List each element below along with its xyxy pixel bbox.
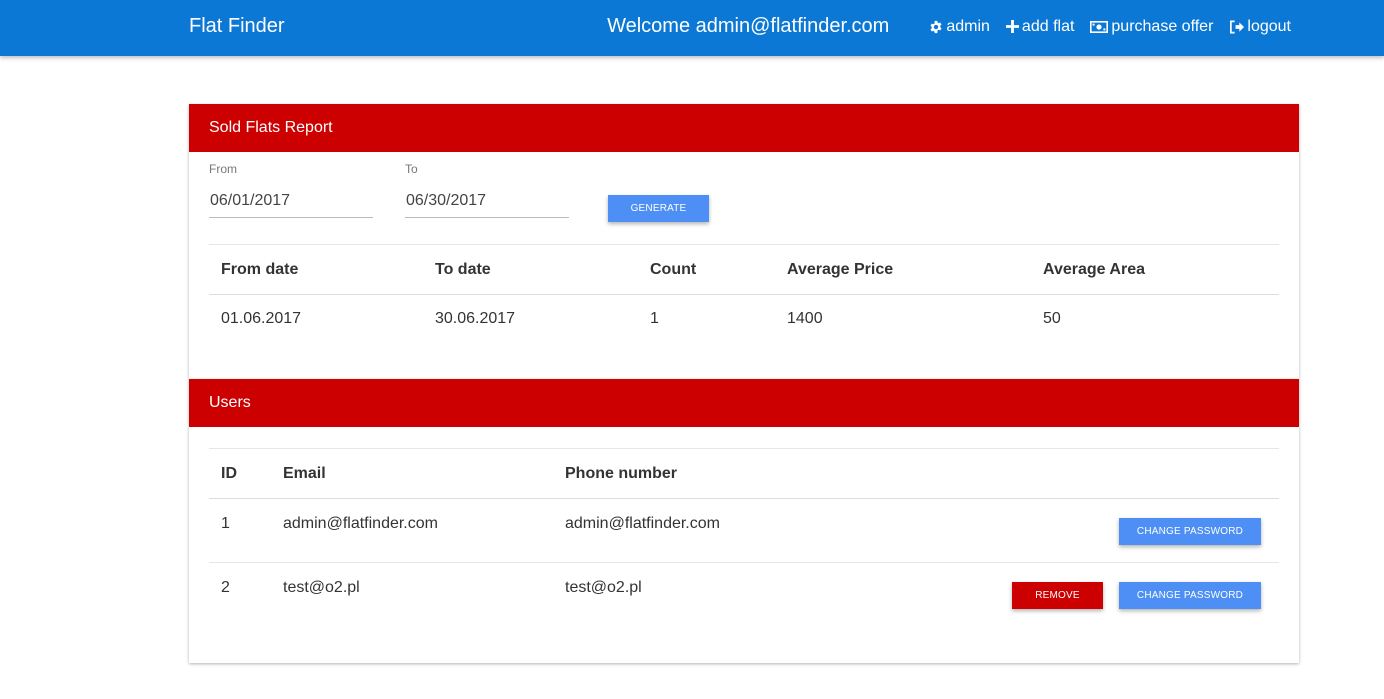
user-id-cell: 1 [221, 515, 230, 532]
user-id-cell: 2 [209, 562, 271, 627]
count-cell: 1 [650, 310, 659, 327]
column-header: Average Area [1031, 244, 1279, 295]
from-date-field: From [209, 162, 373, 228]
column-header: ID [209, 448, 271, 499]
gear-icon [929, 20, 943, 34]
user-phone-cell: admin@flatfinder.com [565, 515, 720, 532]
nav-link-add-flat[interactable]: add flat [1005, 17, 1075, 36]
generate-button[interactable]: GENERATE [608, 195, 709, 222]
column-header: From date [209, 244, 423, 295]
from-date-input[interactable] [209, 184, 373, 218]
logout-icon [1229, 20, 1245, 34]
change-password-button[interactable]: CHANGE PASSWORD [1119, 582, 1261, 609]
to-date-field: To [405, 162, 569, 228]
nav-right: Welcome admin@flatfinder.com admin add f… [607, 15, 1291, 38]
average-area-cell: 50 [1043, 310, 1061, 327]
nav-link-label: logout [1247, 17, 1291, 35]
top-navbar: Flat Finder Welcome admin@flatfinder.com… [0, 0, 1384, 56]
plus-icon [1005, 20, 1019, 33]
nav-link-label: admin [946, 17, 990, 35]
welcome-text: Welcome admin@flatfinder.com [607, 15, 890, 37]
table-row: 2 test@o2.pl test@o2.pl REMOVE CHANGE PA… [209, 562, 1279, 627]
users-card: Users ID Email Phone number 1 admin@flat… [189, 379, 1299, 663]
to-date-label: To [405, 162, 418, 176]
change-password-button[interactable]: CHANGE PASSWORD [1119, 518, 1261, 545]
actions-header [877, 448, 1279, 499]
column-header: Average Price [775, 244, 1031, 295]
from-date-cell: 01.06.2017 [221, 310, 302, 327]
row-actions: CHANGE PASSWORD [889, 515, 1267, 545]
user-actions-cell: CHANGE PASSWORD [877, 499, 1279, 563]
nav-link-label: purchase offer [1111, 17, 1214, 35]
from-date-label: From [209, 162, 237, 176]
table-row: 1 admin@flatfinder.com admin@flatfinder.… [209, 499, 1279, 563]
average-price-cell: 1400 [787, 310, 823, 327]
remove-user-button[interactable]: REMOVE [1012, 582, 1103, 609]
users-card-title: Users [189, 379, 1299, 427]
report-table-header: From date To date Count Average Price Av… [209, 244, 1279, 295]
brand-logo[interactable]: Flat Finder [189, 15, 285, 38]
to-date-input[interactable] [405, 184, 569, 218]
nav-link-logout[interactable]: logout [1229, 18, 1291, 36]
user-email-cell: test@o2.pl [271, 562, 553, 627]
report-table: From date To date Count Average Price Av… [209, 244, 1279, 343]
column-header: To date [423, 244, 638, 295]
column-header: Email [271, 448, 553, 499]
nav-link-admin[interactable]: admin [929, 18, 990, 36]
users-table-header: ID Email Phone number [209, 448, 1279, 499]
nav-link-purchase-offer[interactable]: purchase offer [1090, 18, 1213, 36]
nav-link-label: add flat [1021, 17, 1075, 35]
user-actions-cell: REMOVE CHANGE PASSWORD [877, 562, 1279, 627]
sold-flats-report-card: Sold Flats Report From To GENERATE From … [189, 104, 1299, 379]
column-header: Phone number [553, 448, 877, 499]
row-actions: REMOVE CHANGE PASSWORD [889, 579, 1267, 609]
user-phone-cell: test@o2.pl [553, 562, 877, 627]
money-icon [1090, 20, 1109, 33]
column-header: Count [638, 244, 775, 295]
to-date-cell: 30.06.2017 [435, 310, 516, 327]
users-table: ID Email Phone number 1 admin@flatfinder… [209, 448, 1279, 627]
table-row: 01.06.2017 30.06.2017 1 1400 50 [209, 295, 1279, 344]
user-email-cell: admin@flatfinder.com [283, 515, 438, 532]
report-card-title: Sold Flats Report [189, 104, 1299, 152]
